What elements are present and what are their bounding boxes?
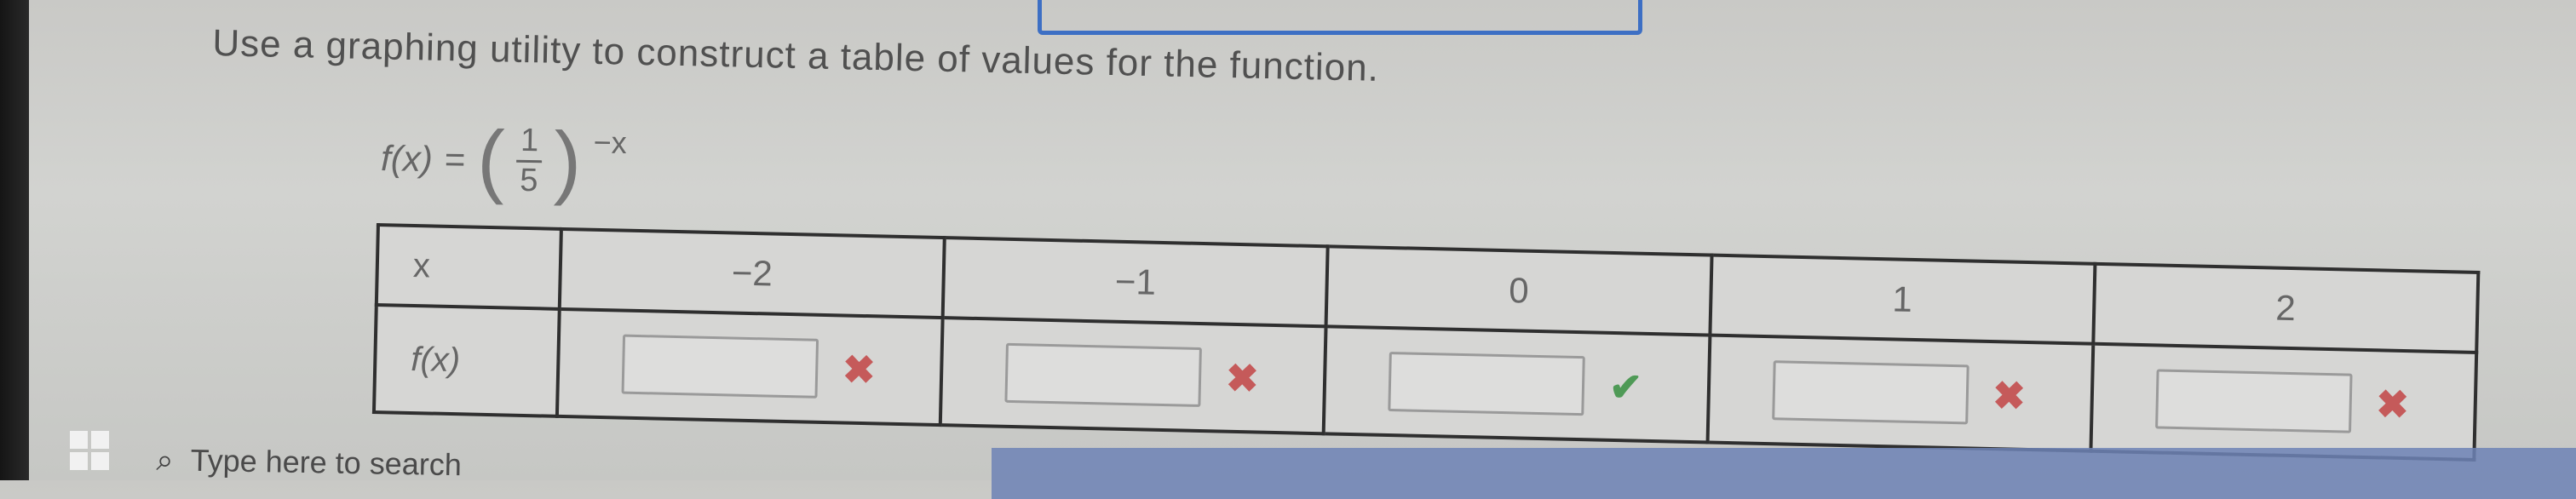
x-value-cell: 2	[2093, 263, 2479, 353]
answer-input[interactable]	[621, 334, 819, 399]
answer-group: ✖	[561, 333, 940, 401]
taskbar-app-area	[992, 448, 2576, 499]
right-paren: )	[553, 115, 583, 208]
taskbar: ⌕ Type here to search	[29, 424, 2576, 499]
answer-group: ✖	[944, 341, 1324, 410]
formula-lhs: f(x)	[380, 137, 434, 180]
answer-input[interactable]	[1004, 342, 1203, 408]
x-value-cell: 1	[1709, 255, 2096, 344]
answer-cell: ✖	[556, 308, 943, 426]
answer-group: ✖	[1711, 359, 2090, 427]
answer-cell: ✖	[940, 318, 1326, 434]
fraction: 1 5	[516, 122, 543, 198]
x-value-cell: −2	[559, 228, 945, 318]
fx-row-label: f(x)	[373, 305, 560, 416]
incorrect-icon: ✖	[1992, 373, 2027, 418]
answer-group: ✔	[1327, 350, 1707, 418]
answer-input[interactable]	[1388, 352, 1586, 416]
previous-answer-box	[1038, 0, 1642, 35]
incorrect-icon: ✖	[2375, 381, 2410, 427]
left-paren: (	[476, 113, 506, 206]
formula-exponent: −x	[593, 124, 628, 161]
fraction-denominator: 5	[519, 162, 538, 198]
incorrect-icon: ✖	[1225, 355, 1260, 401]
x-value-cell: 0	[1325, 246, 1712, 336]
windows-logo-icon[interactable]	[70, 431, 109, 470]
search-icon: ⌕	[156, 441, 175, 477]
answer-input[interactable]	[1771, 360, 1969, 425]
search-placeholder: Type here to search	[190, 442, 463, 483]
x-row-label: x	[376, 225, 561, 309]
screen-bezel	[0, 0, 29, 480]
fraction-numerator: 1	[520, 122, 539, 158]
formula-equals: =	[444, 139, 466, 180]
correct-icon: ✔	[1608, 364, 1643, 410]
incorrect-icon: ✖	[842, 347, 877, 393]
function-formula: f(x) = ( 1 5 ) −x	[380, 113, 628, 208]
taskbar-search[interactable]: ⌕ Type here to search	[156, 436, 906, 496]
x-value-cell: −1	[942, 238, 1329, 327]
